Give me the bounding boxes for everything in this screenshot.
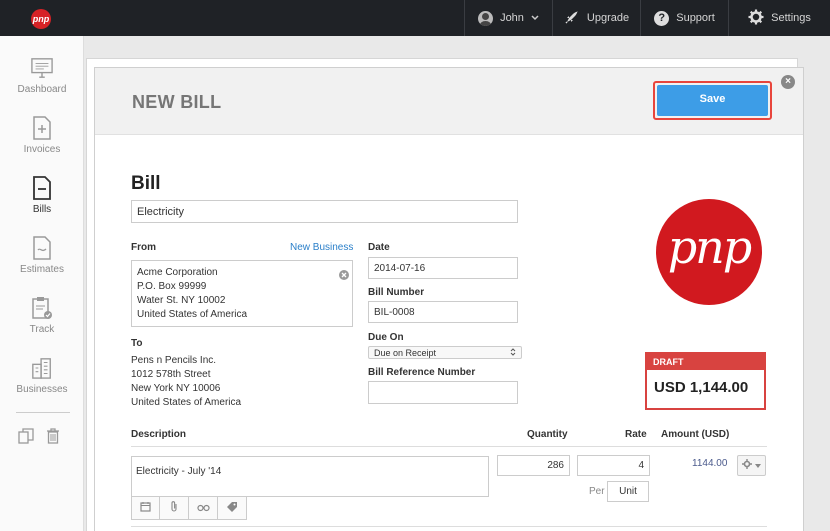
quantity-input[interactable]: 286 — [497, 455, 570, 476]
business-logo: pnp — [656, 199, 762, 305]
upgrade-link[interactable]: Upgrade — [552, 0, 640, 36]
clear-from-icon[interactable] — [339, 267, 349, 285]
sidebar-item-dashboard[interactable]: Dashboard — [0, 56, 84, 95]
bill-number-label: Bill Number — [368, 287, 425, 298]
sidebar-item-label: Invoices — [23, 144, 61, 155]
sidebar-item-bills[interactable]: Bills — [0, 176, 84, 215]
trash-icon[interactable] — [46, 428, 60, 449]
select-arrows-icon — [510, 347, 516, 358]
app-logo[interactable]: pnp — [31, 9, 51, 29]
sidebar-divider — [16, 412, 70, 413]
col-rate: Rate — [625, 429, 647, 440]
gear-icon — [742, 459, 752, 472]
sidebar-item-track[interactable]: Track — [0, 296, 84, 335]
sidebar-item-label: Businesses — [16, 384, 68, 395]
sidebar-item-estimates[interactable]: Estimates — [0, 236, 84, 275]
upgrade-label: Upgrade — [586, 12, 630, 24]
tag-icon — [226, 499, 238, 517]
copy-icon[interactable] — [18, 428, 34, 449]
col-amount: Amount (USD) — [661, 429, 730, 440]
sidebar-tools — [18, 428, 60, 449]
chevron-down-icon — [755, 460, 761, 471]
paperclip-icon — [170, 499, 178, 517]
draft-total-box: DRAFT USD 1,144.00 — [645, 352, 766, 410]
bill-number-input[interactable]: BIL-0008 — [368, 301, 518, 323]
top-bar: pnp John Upgrade ? Support Settings — [0, 0, 830, 36]
buildings-icon — [31, 356, 53, 380]
status-badge: DRAFT — [647, 354, 764, 370]
rocket-icon — [564, 9, 580, 28]
sidebar-item-invoices[interactable]: Invoices — [0, 116, 84, 155]
from-line: United States of America — [137, 309, 248, 320]
from-line: Water St. NY 10002 — [137, 295, 226, 306]
calendar-icon — [140, 499, 151, 517]
to-line: New York NY 10006 — [131, 383, 221, 394]
from-label: From — [131, 242, 156, 253]
line-description: Electricity - July '14 — [136, 466, 222, 477]
user-menu[interactable]: John — [464, 0, 552, 36]
to-line: Pens n Pencils Inc. — [131, 355, 217, 366]
from-line: P.O. Box 99999 — [137, 281, 207, 292]
line-options-button[interactable] — [737, 455, 766, 476]
line-divider — [131, 526, 767, 527]
due-on-value: Due on Receipt — [374, 347, 437, 358]
date-label: Date — [368, 242, 390, 253]
support-link[interactable]: ? Support — [640, 0, 728, 36]
from-line: Acme Corporation — [137, 267, 218, 278]
reference-input[interactable] — [368, 381, 518, 404]
sidebar-item-businesses[interactable]: Businesses — [0, 356, 84, 395]
to-line: 1012 578th Street — [131, 369, 211, 380]
unit-input[interactable]: Unit — [607, 481, 649, 502]
sidebar-item-label: Track — [29, 324, 55, 335]
sidebar-item-label: Bills — [32, 204, 52, 215]
date-input[interactable]: 2014-07-16 — [368, 257, 518, 279]
tag-button[interactable] — [218, 496, 247, 520]
settings-label: Settings — [771, 12, 811, 24]
attach-button[interactable] — [160, 496, 189, 520]
col-quantity: Quantity — [527, 429, 568, 440]
due-on-label: Due On — [368, 332, 404, 343]
page-title: NEW BILL — [132, 92, 222, 112]
invoice-plus-icon — [31, 116, 53, 140]
help-icon: ? — [654, 10, 670, 26]
support-label: Support — [676, 12, 715, 24]
from-address-box[interactable]: Acme Corporation P.O. Box 99999 Water St… — [131, 260, 353, 327]
bill-minus-icon — [31, 176, 53, 200]
bill-heading: Bill — [131, 173, 161, 194]
user-avatar-icon — [478, 10, 494, 26]
sidebar-item-label: Dashboard — [17, 84, 67, 95]
to-label: To — [131, 338, 143, 349]
line-description-input[interactable]: Electricity - July '14 — [131, 456, 489, 497]
bill-total: USD 1,144.00 — [654, 379, 749, 396]
user-name: John — [500, 12, 524, 24]
due-on-select[interactable]: Due on Receipt — [368, 346, 522, 359]
header-divider — [131, 446, 767, 447]
calendar-button[interactable] — [131, 496, 160, 520]
line-tools — [131, 496, 247, 520]
clipboard-check-icon — [31, 296, 53, 320]
settings-link[interactable]: Settings — [728, 0, 830, 36]
to-line: United States of America — [131, 397, 242, 408]
col-description: Description — [131, 429, 187, 440]
to-address: Pens n Pencils Inc. 1012 578th Street Ne… — [131, 354, 241, 410]
chevron-down-icon — [531, 12, 539, 24]
new-business-link[interactable]: New Business — [290, 242, 353, 253]
panel-header: NEW BILL Save — [95, 68, 803, 135]
sidebar-item-label: Estimates — [20, 264, 64, 275]
bill-name-input[interactable]: Electricity — [131, 200, 518, 223]
close-icon[interactable]: × — [781, 75, 795, 89]
rate-input[interactable]: 4 — [577, 455, 650, 476]
save-button-highlight: Save — [653, 81, 772, 120]
link-icon — [196, 499, 210, 517]
estimate-icon — [31, 236, 53, 260]
line-amount: 1144.00 — [692, 458, 728, 469]
sidebar: Dashboard Invoices Bills Estimates Track… — [0, 36, 84, 531]
reference-label: Bill Reference Number — [368, 367, 476, 378]
save-button[interactable]: Save — [657, 85, 768, 116]
gear-icon — [748, 9, 764, 28]
monitor-icon — [31, 56, 53, 80]
per-label: Per — [589, 486, 605, 497]
link-button[interactable] — [189, 496, 218, 520]
